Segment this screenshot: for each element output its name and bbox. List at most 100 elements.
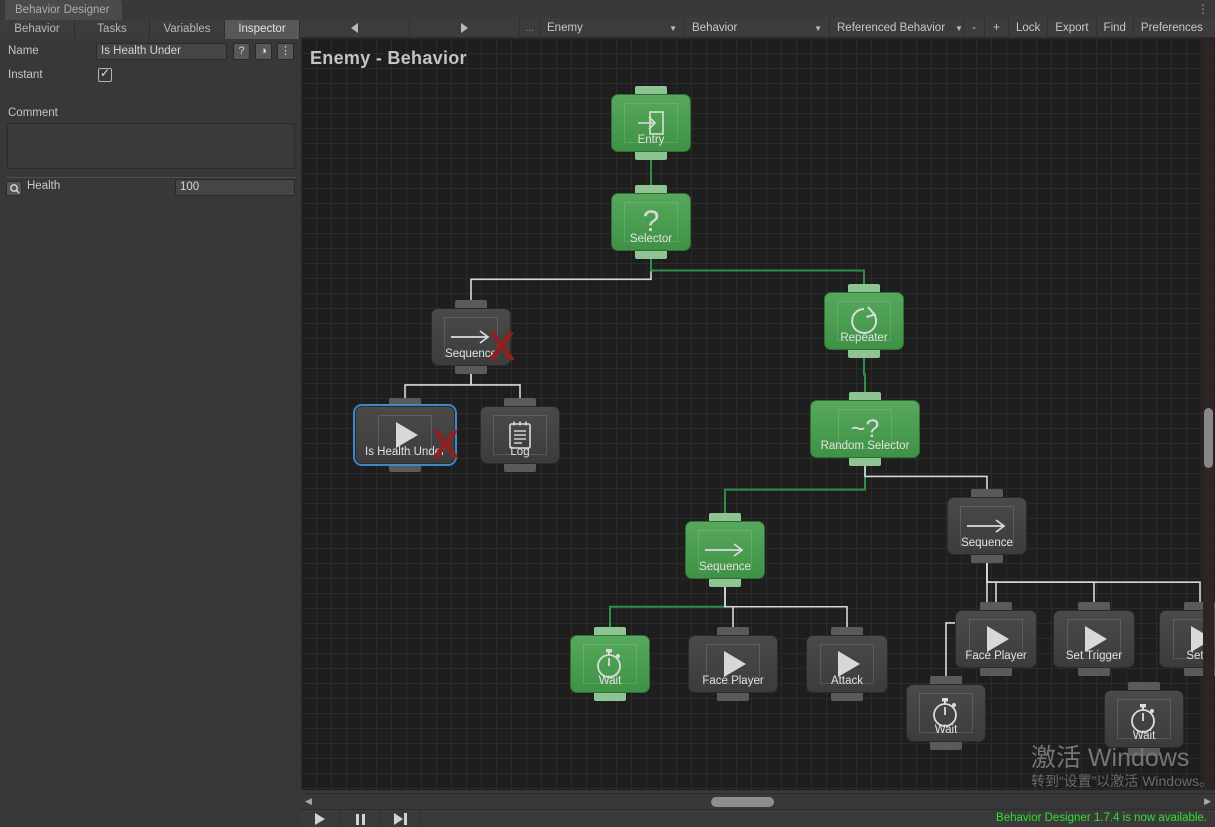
graph-node-sel[interactable]: ? Selector [611,185,691,259]
step-forward-icon [393,813,407,825]
statusbar: Behavior Designer 1.7.4 is now available… [301,809,1215,827]
window-tabstrip: Behavior Designer ⋮ [0,0,1215,20]
plus-button[interactable]: + [985,18,1009,38]
node-body: Wait [906,684,986,742]
horizontal-scrollbar-thumb[interactable] [711,797,774,807]
vertical-scrollbar-thumb[interactable] [1204,408,1213,468]
canvas-vertical-scrollbar[interactable] [1203,38,1214,790]
kebab-menu-icon[interactable]: ⋮ [277,43,294,60]
name-input[interactable]: Is Health Under [96,43,227,60]
play-button[interactable] [301,810,340,827]
scroll-left-icon[interactable]: ◀ [305,797,312,806]
object-dropdown-label: Enemy [547,21,583,34]
pause-icon [355,813,365,825]
graph-node-attackM[interactable]: Attack [806,627,888,701]
node-body: Sequence [947,497,1027,555]
overflow-button[interactable]: ... [520,18,540,38]
statusbar-left-filler [0,809,301,827]
tab-variables[interactable]: Variables [150,20,225,39]
node-label: Selector [629,233,673,245]
back-arrow-icon [351,23,358,33]
instant-checkbox[interactable] [98,66,112,82]
export-button[interactable]: Export [1048,18,1097,38]
graph-edge-rep-to-randsel [863,353,866,392]
search-icon[interactable] [6,181,22,196]
behavior-dropdown[interactable]: Behavior ▼ [685,18,830,38]
contrast-icon[interactable]: ◑ [255,43,272,60]
graph-node-randsel[interactable]: ~? Random Selector [810,392,920,466]
node-body: Repeater [824,292,904,350]
node-label: Sequence [961,537,1013,549]
graph-node-faceR[interactable]: Face Player [955,602,1037,676]
inspector-tabs: Behavior Tasks Variables Inspector [0,20,300,39]
comment-textarea[interactable] [7,123,295,169]
canvas-horizontal-scrollbar[interactable]: ◀ ▶ [301,793,1215,809]
window-menu-icon[interactable]: ⋮ [1197,3,1209,16]
graph-node-waitM[interactable]: Wait [570,627,650,701]
property-row-health: Health 100 [0,179,300,201]
referenced-behavior-dropdown[interactable]: Referenced Behavior ▼ [830,18,964,38]
graph-node-log[interactable]: Log [480,398,560,472]
node-body: Face Player [955,610,1037,668]
find-button[interactable]: Find [1097,18,1134,38]
node-body: Entry [611,94,691,152]
object-dropdown[interactable]: Enemy ▼ [540,18,685,38]
referenced-behavior-label: Referenced Behavior [837,21,946,34]
failure-x-icon: X [488,325,515,369]
graph-node-waitR1[interactable]: Wait [906,676,986,750]
inspector-content: Name Is Health Under ? ◑ ⋮ Instant Comme… [0,39,300,827]
graph-node-seqM[interactable]: Sequence [685,513,765,587]
tab-tasks[interactable]: Tasks [75,20,150,39]
node-label: Wait [598,675,622,687]
window-tab-behavior-designer[interactable]: Behavior Designer [5,0,122,20]
tab-inspector[interactable]: Inspector [225,20,300,39]
property-label-health: Health [27,180,61,192]
graph-node-isHealth[interactable]: Is Health Under X [355,398,459,472]
node-body: ~? Random Selector [810,400,920,458]
node-body: Face Player [688,635,778,693]
node-label: Repeater [840,332,888,344]
chevron-down-icon: ▼ [955,23,963,33]
node-label: Wait [934,724,958,736]
lock-button[interactable]: Lock [1009,18,1049,38]
help-icon[interactable]: ? [233,43,250,60]
graph-edge-seqM-to-attackM [724,582,848,627]
graph-edge-seqM-to-waitM [609,582,726,627]
node-body: Wait [1104,690,1184,748]
behavior-graph-canvas[interactable]: Enemy - Behavior Entry? Selector Sequence X… [301,38,1215,790]
graph-node-waitR2[interactable]: Wait [1104,682,1184,756]
graph-node-trigR[interactable]: Set Trigger [1053,602,1135,676]
instant-label: Instant [8,69,43,81]
preferences-button[interactable]: Preferences [1134,18,1210,38]
failure-x-icon: X [432,423,459,467]
node-label: Wait [1132,730,1156,742]
back-button[interactable] [300,18,410,38]
graph-node-entry[interactable]: Entry [611,86,691,160]
graph-edge-seqM-to-faceM [724,582,734,627]
graph-edge-sel-to-seqL [470,254,652,300]
comment-label: Comment [8,107,58,119]
instant-row: Instant [0,66,300,87]
node-label: Face Player [702,675,764,687]
graph-toolbar: ... Enemy ▼ Behavior ▼ Referenced Behavi… [300,18,1215,38]
behavior-designer-window: Behavior Designer ⋮ Behavior Tasks Varia… [0,0,1215,827]
property-input-health[interactable]: 100 [175,179,295,196]
node-label: Attack [831,675,863,687]
node-label: Log [510,446,530,458]
tab-behavior[interactable]: Behavior [0,20,75,39]
step-forward-button[interactable] [381,810,420,827]
chevron-down-icon: ▼ [669,23,677,33]
pause-button[interactable] [341,810,380,827]
scroll-right-icon[interactable]: ▶ [1204,797,1211,806]
graph-edge-randsel-to-seqM [724,461,866,513]
node-body: Sequence [685,521,765,579]
graph-node-seqL[interactable]: Sequence X [431,300,515,374]
graph-node-faceM[interactable]: Face Player [688,627,778,701]
node-label: Entry [637,134,665,146]
minus-button[interactable]: - [964,18,985,38]
graph-edge-seqR-to-trigR [986,558,1095,602]
graph-node-seqR[interactable]: Sequence [947,489,1027,563]
graph-node-rep[interactable]: Repeater [824,284,904,358]
node-body: Set Trigger [1053,610,1135,668]
forward-button[interactable] [410,18,520,38]
